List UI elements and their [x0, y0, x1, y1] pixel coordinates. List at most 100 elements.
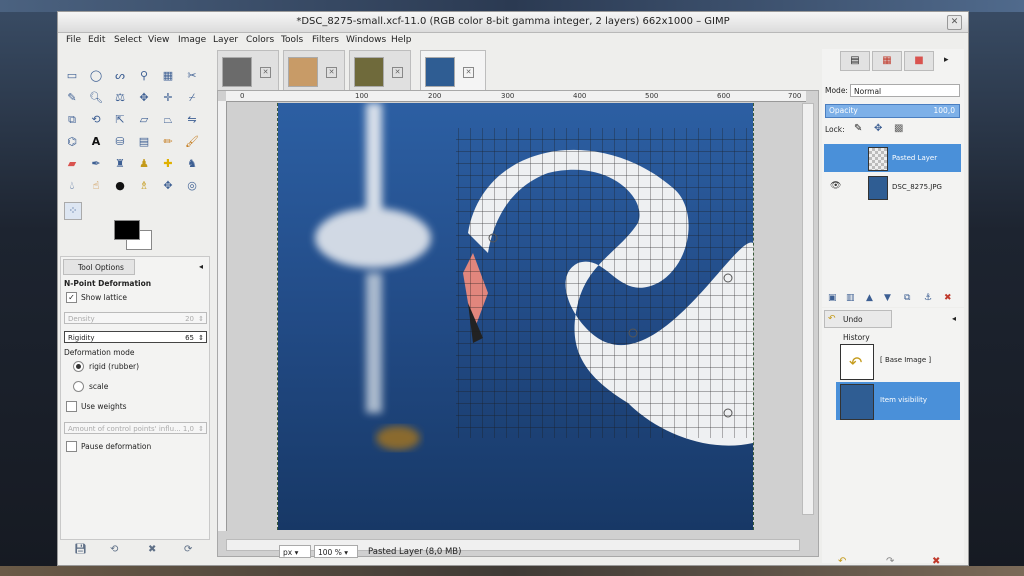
redo-step-icon[interactable]: ↷: [886, 556, 894, 567]
perspective-clone-icon[interactable]: ♞: [184, 156, 200, 172]
image-tab-2[interactable]: ✕: [283, 50, 345, 92]
undo-step-icon[interactable]: ↶: [838, 556, 846, 567]
anchor-layer-icon[interactable]: ⚓: [924, 293, 932, 303]
warp-icon[interactable]: ◎: [184, 178, 200, 194]
color-picker-icon[interactable]: ✎: [64, 90, 80, 106]
close-window-button[interactable]: ✕: [947, 15, 962, 30]
paths-tab-icon[interactable]: ■: [904, 51, 934, 71]
duplicate-layer-icon[interactable]: ⧉: [904, 293, 910, 303]
menu-tools[interactable]: Tools: [281, 35, 303, 45]
lock-alpha-icon[interactable]: ▩: [894, 123, 903, 134]
swan-image-canvas[interactable]: [277, 103, 754, 530]
undo-row[interactable]: Item visibility: [836, 382, 960, 420]
rect-select-icon[interactable]: ▭: [64, 68, 80, 84]
close-tab-icon[interactable]: ✕: [392, 67, 403, 78]
lower-layer-icon[interactable]: ▼: [884, 293, 891, 303]
unified-transform-icon[interactable]: ⧉: [64, 112, 80, 128]
menu-colors[interactable]: Colors: [246, 35, 274, 45]
new-group-icon[interactable]: ▥: [846, 293, 855, 303]
menu-help[interactable]: Help: [391, 35, 412, 45]
clone-icon[interactable]: ♟: [136, 156, 152, 172]
smudge-icon[interactable]: ☝: [88, 178, 104, 194]
scale-icon[interactable]: ⇱: [112, 112, 128, 128]
foreground-color[interactable]: [114, 220, 140, 240]
raise-layer-icon[interactable]: ▲: [866, 293, 873, 303]
perspective-icon[interactable]: ⏢: [160, 112, 176, 128]
image-tab-4[interactable]: ✕: [420, 50, 486, 92]
heal-icon[interactable]: ✚: [160, 156, 176, 172]
panel-menu-icon[interactable]: ◂: [199, 262, 203, 271]
menu-windows[interactable]: Windows: [346, 35, 386, 45]
paintbrush-icon[interactable]: 🖌︎: [184, 134, 200, 150]
layer-row[interactable]: Pasted Layer: [824, 144, 961, 172]
clear-history-icon[interactable]: ✖: [932, 556, 940, 567]
flip-icon[interactable]: ⇋: [184, 112, 200, 128]
panel-menu-icon[interactable]: ◂: [952, 314, 956, 323]
lock-pixels-icon[interactable]: ✎: [854, 123, 862, 134]
undo-row[interactable]: ↶ [ Base Image ]: [836, 342, 960, 380]
cage-icon[interactable]: ⌬: [64, 134, 80, 150]
blur-icon[interactable]: 💧︎: [64, 178, 80, 194]
menu-filters[interactable]: Filters: [312, 35, 339, 45]
amount-field[interactable]: Amount of control points' influ... 1,0 ⇕: [64, 422, 207, 434]
npoint-deformation-icon[interactable]: ⁘: [64, 202, 82, 220]
chevron-right-icon[interactable]: ▸: [944, 55, 949, 65]
ellipse-select-icon[interactable]: ◯: [88, 68, 104, 84]
opacity-slider[interactable]: Opacity 100,0: [825, 104, 960, 118]
layer-row[interactable]: 👁︎ DSC_8275.JPG: [824, 173, 961, 201]
rotate-icon[interactable]: ⟲: [88, 112, 104, 128]
eraser-icon[interactable]: ▰: [64, 156, 80, 172]
zoom-select[interactable]: 100 % ▾: [314, 545, 358, 558]
image-tab-3[interactable]: ✕: [349, 50, 411, 92]
close-tab-icon[interactable]: ✕: [260, 67, 271, 78]
menu-view[interactable]: View: [148, 35, 169, 45]
mode-select[interactable]: Normal: [850, 84, 960, 97]
layers-tab-icon[interactable]: ▤: [840, 51, 870, 71]
npoint-icon[interactable]: ✥: [160, 178, 176, 194]
paths-icon[interactable]: ♗: [136, 178, 152, 194]
airbrush-icon[interactable]: ✒: [88, 156, 104, 172]
move-icon[interactable]: ✥: [136, 90, 152, 106]
close-tab-icon[interactable]: ✕: [463, 67, 474, 78]
rigidity-field[interactable]: Rigidity 65 ⇕: [64, 331, 207, 343]
text-icon[interactable]: A: [88, 134, 104, 150]
delete-layer-icon[interactable]: ✖: [944, 293, 952, 303]
fuzzy-select-icon[interactable]: ⚲: [136, 68, 152, 84]
zoom-icon[interactable]: 🔍︎: [88, 90, 104, 106]
density-field[interactable]: Density 20 ⇕: [64, 312, 207, 324]
restore-options-icon[interactable]: ⟲: [110, 544, 118, 555]
pencil-icon[interactable]: ✏: [160, 134, 176, 150]
menu-file[interactable]: File: [66, 35, 81, 45]
menu-image[interactable]: Image: [178, 35, 206, 45]
bucket-fill-icon[interactable]: ⛁: [112, 134, 128, 150]
channels-tab-icon[interactable]: ▦: [872, 51, 902, 71]
pause-deformation-checkbox[interactable]: [66, 441, 77, 452]
show-lattice-checkbox[interactable]: ✓: [66, 292, 77, 303]
vertical-scrollbar[interactable]: [802, 103, 814, 515]
align-icon[interactable]: ✛: [160, 90, 176, 106]
scissors-icon[interactable]: ✂: [184, 68, 200, 84]
reset-options-icon[interactable]: ⟳: [184, 544, 192, 555]
free-select-icon[interactable]: ᔕ: [112, 68, 128, 84]
mode-scale-radio[interactable]: [73, 381, 84, 392]
dodge-burn-icon[interactable]: ●: [112, 178, 128, 194]
use-weights-checkbox[interactable]: [66, 401, 77, 412]
eye-icon[interactable]: 👁︎: [830, 181, 841, 191]
ink-icon[interactable]: ♜: [112, 156, 128, 172]
close-tab-icon[interactable]: ✕: [326, 67, 337, 78]
lock-position-icon[interactable]: ✥: [874, 123, 882, 134]
color-select-icon[interactable]: ▦: [160, 68, 176, 84]
delete-options-icon[interactable]: ✖: [148, 544, 156, 555]
measure-icon[interactable]: ⚖: [112, 90, 128, 106]
spin-icon[interactable]: ⇕: [198, 313, 204, 325]
tool-options-tab[interactable]: Tool Options: [63, 259, 135, 275]
menu-edit[interactable]: Edit: [88, 35, 105, 45]
spin-icon[interactable]: ⇕: [198, 332, 204, 344]
menu-layer[interactable]: Layer: [213, 35, 238, 45]
spin-icon[interactable]: ⇕: [198, 423, 204, 435]
new-layer-icon[interactable]: ▣: [828, 293, 837, 303]
image-tab-1[interactable]: ✕: [217, 50, 279, 92]
save-options-icon[interactable]: 💾︎: [74, 544, 87, 555]
blend-icon[interactable]: ▤: [136, 134, 152, 150]
color-swatches[interactable]: [114, 220, 154, 252]
